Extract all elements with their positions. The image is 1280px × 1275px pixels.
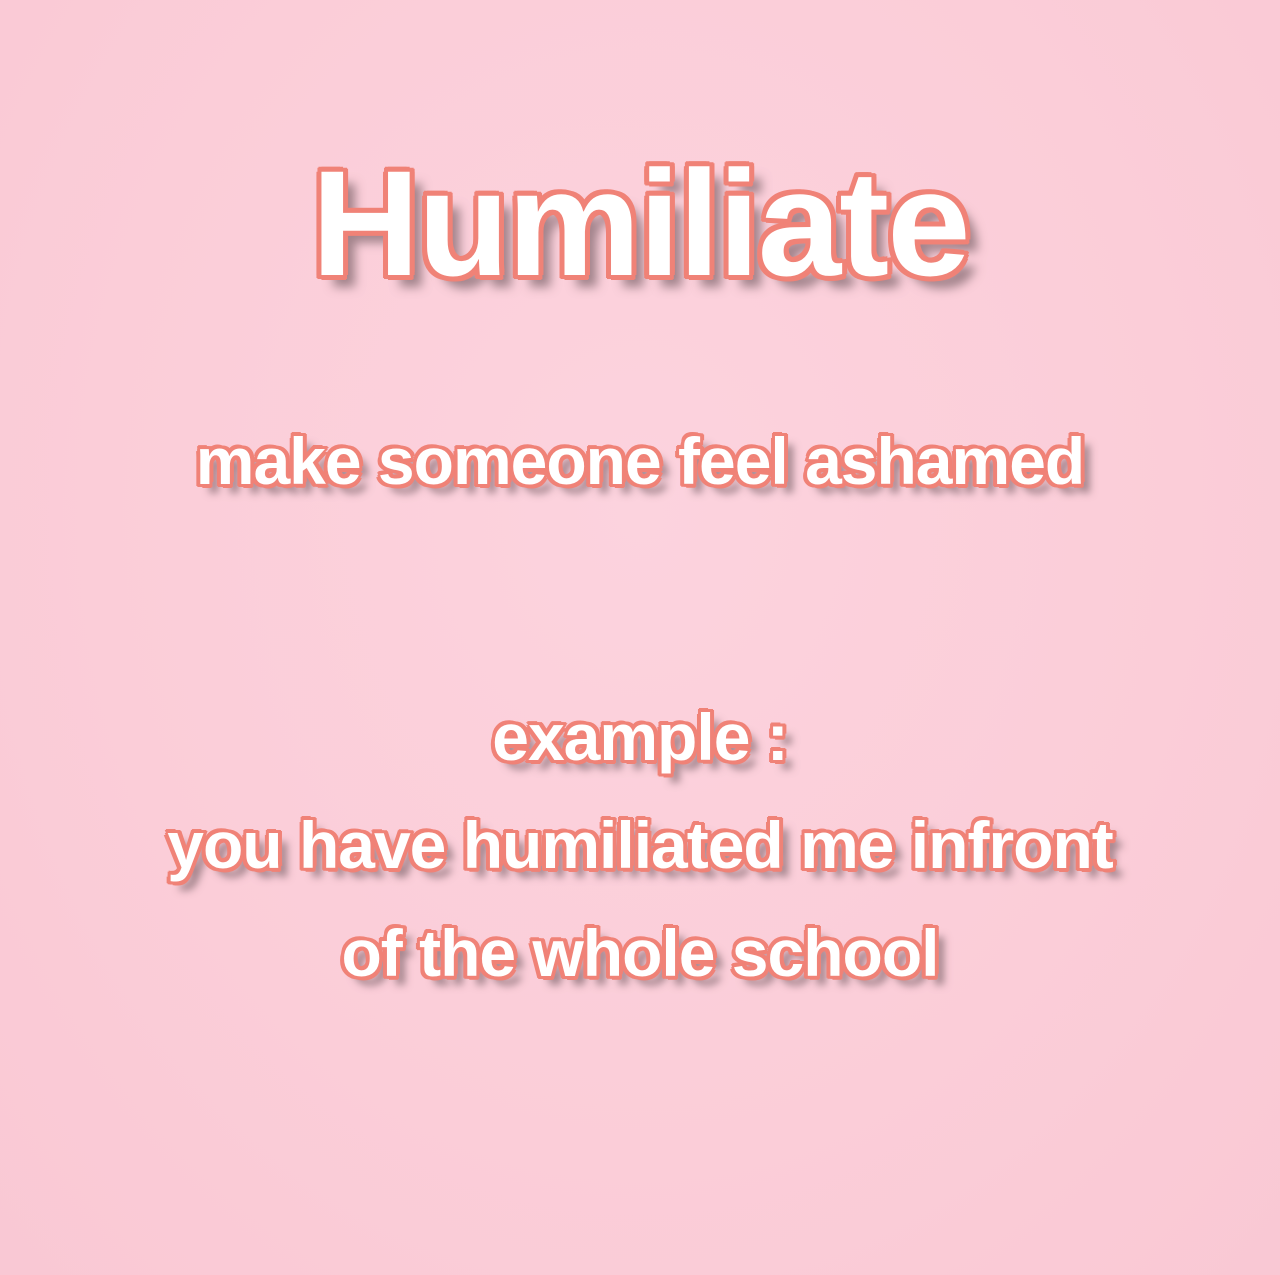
definition-text: make someone feel ashamed <box>195 424 1085 498</box>
example-block: example : you have humiliated me infront… <box>0 683 1280 1007</box>
example-sentence-line-2: of the whole school <box>341 916 939 990</box>
example-sentence-line-1: you have humiliated me infront <box>167 808 1113 882</box>
example-label: example : <box>492 700 788 774</box>
word-title: Humiliate <box>311 139 970 307</box>
